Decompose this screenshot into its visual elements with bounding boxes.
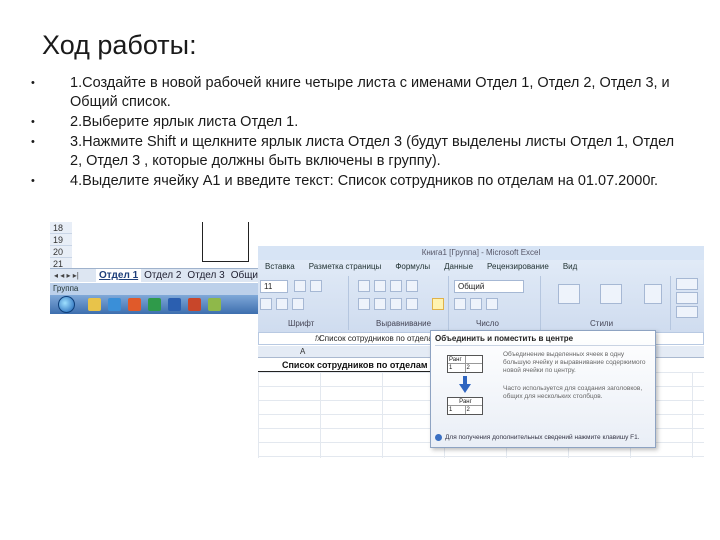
row-number: 19 xyxy=(50,234,72,246)
indent-icon[interactable] xyxy=(406,298,418,310)
bullet-icon: • xyxy=(31,175,35,187)
slide-title: Ход работы: xyxy=(42,30,197,60)
fill-color-icon[interactable] xyxy=(276,298,288,310)
row-number: 18 xyxy=(50,222,72,234)
align-right-icon[interactable] xyxy=(390,298,402,310)
bullet-icon: • xyxy=(31,136,35,148)
bullet-icon: • xyxy=(31,77,35,89)
align-center-icon[interactable] xyxy=(374,298,386,310)
row-number: 20 xyxy=(50,246,72,258)
sheet-tab-bar: ◂ ◂ ▸ ▸| Отдел 1 Отдел 2 Отдел 3 Общий xyxy=(50,268,264,282)
tab-review[interactable]: Рецензирование xyxy=(480,260,556,274)
folder-icon[interactable] xyxy=(88,298,101,311)
status-bar: Группа xyxy=(50,283,260,295)
merge-center-tooltip: Объединить и поместить в центре Ранг 12 … xyxy=(430,330,656,448)
percent-icon[interactable] xyxy=(470,298,482,310)
instruction-text: 1.Создайте в новой рабочей книге четыре … xyxy=(70,75,670,110)
tab-view[interactable]: Вид xyxy=(556,260,584,274)
orientation-icon[interactable] xyxy=(406,280,418,292)
format-cells-icon[interactable] xyxy=(676,306,698,318)
font-size-select[interactable]: 11 xyxy=(260,280,288,293)
merge-center-icon[interactable] xyxy=(432,298,444,310)
tooltip-divider xyxy=(435,345,655,346)
media-icon[interactable] xyxy=(128,298,141,311)
align-bottom-icon[interactable] xyxy=(390,280,402,292)
grow-font-icon[interactable] xyxy=(294,280,306,292)
help-icon xyxy=(435,434,442,441)
group-label-font: Шрифт xyxy=(288,319,315,328)
ribbon-group-labels: Шрифт Выравнивание Число Стили xyxy=(258,318,704,330)
instruction-item: • 4.Выделите ячейку А1 и введите текст: С… xyxy=(28,172,688,191)
align-top-icon[interactable] xyxy=(358,280,370,292)
arrow-down-icon xyxy=(459,384,471,393)
cell-styles-icon[interactable] xyxy=(644,284,662,304)
align-left-icon[interactable] xyxy=(358,298,370,310)
example-cell: 1 xyxy=(448,364,466,372)
column-header[interactable]: A xyxy=(300,346,305,358)
instruction-text: 2.Выберите ярлык листа Отдел 1. xyxy=(70,114,299,130)
conditional-format-icon[interactable] xyxy=(558,284,580,304)
format-as-table-icon[interactable] xyxy=(600,284,622,304)
group-label-number: Число xyxy=(476,319,500,328)
tab-data[interactable]: Данные xyxy=(437,260,480,274)
group-label-alignment: Выравнивание xyxy=(376,319,432,328)
instruction-item: • 2.Выберите ярлык листа Отдел 1. xyxy=(28,113,688,132)
windows-taskbar xyxy=(50,295,260,314)
example-cell: 2 xyxy=(466,407,470,413)
example-cell: 1 xyxy=(448,406,466,414)
excel-sheet-tabs-screenshot: 18 19 20 21 ◂ ◂ ▸ ▸| Отдел 1 Отдел 2 Отдел … xyxy=(50,222,264,314)
tooltip-title: Объединить и поместить в центре xyxy=(435,334,574,343)
bullet-icon: • xyxy=(31,116,35,128)
function-icon[interactable]: fx xyxy=(259,333,321,344)
align-middle-icon[interactable] xyxy=(374,280,386,292)
number-format-select[interactable]: Общий xyxy=(454,280,524,293)
tooltip-footer: Для получения дополнительных сведений на… xyxy=(435,434,640,441)
tooltip-footer-text: Для получения дополнительных сведений на… xyxy=(445,434,640,442)
group-label-styles: Стили xyxy=(590,319,614,328)
sheet-nav-arrows-icon[interactable]: ◂ ◂ ▸ ▸| xyxy=(50,269,96,282)
shrink-font-icon[interactable] xyxy=(310,280,322,292)
instruction-text: 4.Выделите ячейку А1 и введите текст: Сп… xyxy=(70,173,658,189)
insert-cells-icon[interactable] xyxy=(676,278,698,290)
app-icon[interactable] xyxy=(208,298,221,311)
border-icon[interactable] xyxy=(260,298,272,310)
selected-cell-border xyxy=(202,222,249,262)
arrow-down-icon xyxy=(463,376,467,384)
example-cell: Ранг xyxy=(459,399,472,405)
tab-page-layout[interactable]: Разметка страницы xyxy=(302,260,389,274)
example-cell: Ранг xyxy=(448,356,466,363)
start-button-icon[interactable] xyxy=(58,296,75,313)
excel-icon[interactable] xyxy=(148,298,161,311)
instruction-item: • 1.Создайте в новой рабочей книге четыре… xyxy=(28,74,688,112)
tooltip-example-before: Ранг 12 xyxy=(447,355,483,373)
tooltip-description: Объединение выделенных ячеек в одну боль… xyxy=(503,351,646,374)
instruction-item: • 3.Нажмите Shift и щелкните ярлык листа … xyxy=(28,133,688,171)
tooltip-example-after: Ранг 12 xyxy=(447,397,483,415)
ribbon-toolbar: 11 Общий xyxy=(258,276,704,318)
tab-formulas[interactable]: Формулы xyxy=(388,260,437,274)
window-title: Книга1 [Группа] - Microsoft Excel xyxy=(258,246,704,260)
instruction-list: • 1.Создайте в новой рабочей книге четыре… xyxy=(28,74,688,192)
sheet-tab-otdel-1[interactable]: Отдел 1 xyxy=(96,269,142,282)
powerpoint-icon[interactable] xyxy=(188,298,201,311)
browser-icon[interactable] xyxy=(108,298,121,311)
sheet-tab-otdel-3[interactable]: Отдел 3 xyxy=(184,269,227,282)
row-numbers: 18 19 20 21 xyxy=(50,222,72,270)
currency-icon[interactable] xyxy=(454,298,466,310)
comma-icon[interactable] xyxy=(486,298,498,310)
instruction-text: 3.Нажмите Shift и щелкните ярлык листа О… xyxy=(70,134,675,169)
cell-a1[interactable]: Список сотрудников по отделам xyxy=(258,358,438,372)
ribbon-tabs: Вставка Разметка страницы Формулы Данные Рец… xyxy=(258,260,704,274)
sheet-tab-otdel-2[interactable]: Отдел 2 xyxy=(141,269,184,282)
font-color-icon[interactable] xyxy=(292,298,304,310)
example-cell: 2 xyxy=(466,365,470,371)
tab-insert[interactable]: Вставка xyxy=(258,260,302,274)
word-icon[interactable] xyxy=(168,298,181,311)
tooltip-usage: Часто используется для создания заголовк… xyxy=(503,385,643,400)
delete-cells-icon[interactable] xyxy=(676,292,698,304)
